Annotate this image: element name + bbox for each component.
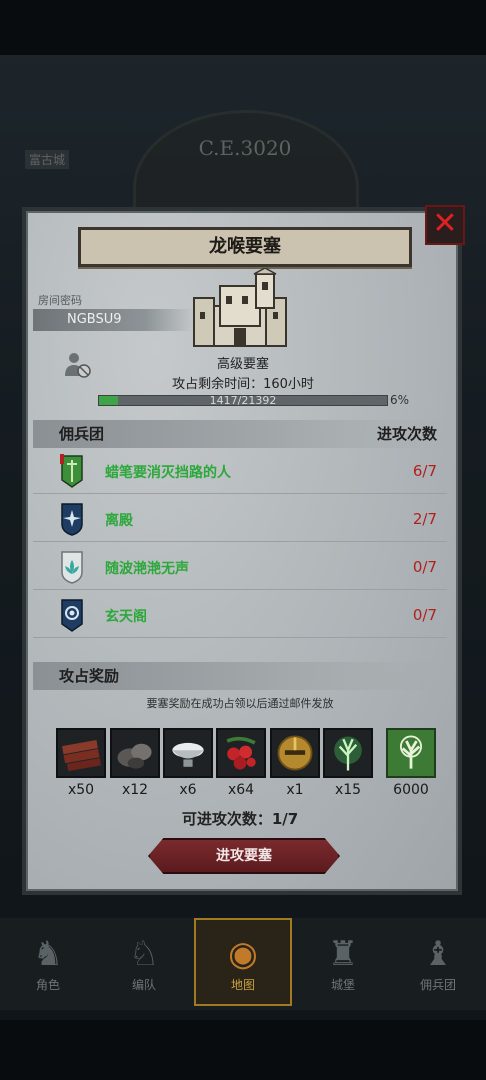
golden-helmet-icon[interactable] [270, 728, 320, 778]
reward-section-header: 攻占奖励 [33, 662, 447, 690]
warrior-icon: ♞ [32, 934, 64, 974]
castle-icon: ♜ [327, 934, 359, 974]
magic-tree-icon[interactable] [323, 728, 373, 778]
nav-item-map[interactable]: ◉ 地图 [203, 932, 283, 1006]
mercenary-row[interactable]: 蜡笔要消灭挡路的人 6/7 [33, 450, 447, 494]
mercenary-attack-count: 6/7 [412, 462, 437, 480]
wood-planks-icon[interactable] [56, 728, 106, 778]
nav-item-character[interactable]: ♞ 角色 [8, 932, 88, 1006]
reward-quantity: x12 [121, 782, 149, 798]
mercenary-row[interactable]: 随波滟滟无声 0/7 [33, 546, 447, 590]
mercenary-name: 随波滟滟无声 [105, 561, 189, 577]
mercenary-name: 玄天阁 [105, 609, 147, 625]
mercenary-row[interactable]: 离殿 2/7 [33, 498, 447, 542]
attack-count-header: 进攻次数 [376, 425, 437, 443]
room-code-value: NGBSU9 [33, 309, 193, 331]
armored-knight-icon: ♝ [422, 934, 454, 974]
capture-progress-text: 1417/21392 [209, 394, 277, 407]
star-shield-icon [61, 503, 83, 536]
capture-progress-percent: 6% [390, 393, 410, 407]
mercenary-attack-count: 2/7 [412, 510, 437, 528]
nav-item-team[interactable]: ♘ 编队 [104, 932, 184, 1006]
mercenary-header-label: 佣兵团 [59, 425, 105, 443]
mercenary-name: 蜡笔要消灭挡路的人 [105, 465, 231, 481]
green-banner-icon [60, 454, 83, 488]
room-code-label: 房间密码 [38, 294, 82, 307]
reward-quantity: x50 [67, 782, 95, 798]
berries-icon[interactable] [216, 728, 266, 778]
reward-quantity: x15 [334, 782, 362, 798]
capture-time-left: 攻占剩余时间：160小时 [172, 377, 314, 392]
nav-item-castle[interactable]: ♜ 城堡 [303, 932, 383, 1006]
nav-item-mercenary[interactable]: ♝ 佣兵团 [398, 932, 478, 1006]
attack-fortress-button[interactable]: 进攻要塞 [148, 838, 340, 874]
eye-banner-icon [61, 599, 83, 632]
reward-quantity: 6000 [393, 782, 429, 798]
person-blocked-icon[interactable] [63, 350, 93, 380]
salt-bowl-icon[interactable] [163, 728, 213, 778]
reward-quantity: x1 [286, 782, 304, 798]
remaining-attempts: 可进攻次数：1/7 [181, 810, 299, 828]
reward-notice: 要塞奖励在成功占领以后通过邮件发放 [146, 697, 334, 710]
fortress-type: 高级要塞 [216, 357, 269, 372]
mercenary-attack-count: 0/7 [412, 606, 437, 624]
mercenary-attack-count: 0/7 [412, 558, 437, 576]
castle-icon [193, 268, 287, 347]
mercenary-section-header: 佣兵团 进攻次数 [33, 420, 447, 448]
capture-progress-bar: 1417/21392 [98, 394, 388, 407]
fortress-title: 龙喉要塞 [78, 227, 412, 267]
mercenary-row[interactable]: 玄天阁 0/7 [33, 594, 447, 638]
mercenary-name: 离殿 [105, 513, 133, 529]
reward-header-label: 攻占奖励 [59, 667, 120, 685]
ore-rocks-icon[interactable] [110, 728, 160, 778]
reward-quantity: x64 [227, 782, 255, 798]
reward-quantity: x6 [179, 782, 197, 798]
knight-icon: ♘ [128, 934, 160, 974]
close-x-icon[interactable]: ✕ [425, 205, 465, 245]
map-globe-icon: ◉ [228, 934, 258, 974]
tree-banner-icon[interactable] [386, 728, 436, 778]
lotus-shield-icon [61, 551, 83, 584]
